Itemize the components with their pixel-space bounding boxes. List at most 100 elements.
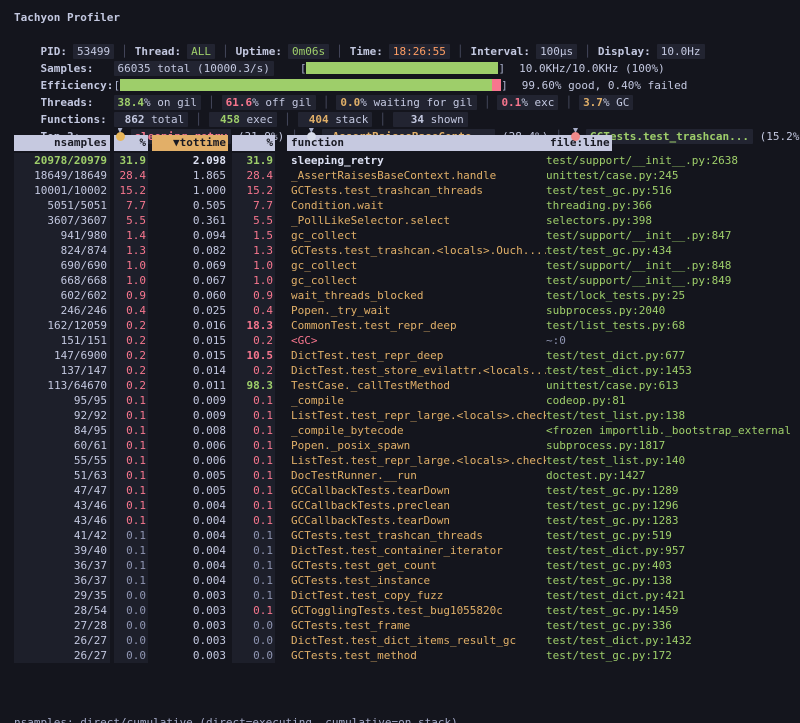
bronze-medal-icon	[571, 129, 580, 140]
tottime-cell: 0.008	[152, 423, 228, 438]
column-header-nsamples[interactable]: nsamples	[14, 135, 110, 151]
table-row: 28/540.00.0030.1GCTogglingTests.test_bug…	[14, 603, 792, 618]
nsamples-cell: 668/668	[14, 273, 110, 288]
function-cell: gc_collect	[287, 228, 546, 243]
direct-pct-cell: 0.1	[114, 408, 148, 423]
cumulative-pct-cell: 0.1	[232, 393, 275, 408]
function-cell: Condition.wait	[287, 198, 546, 213]
nsamples-cell: 3607/3607	[14, 213, 110, 228]
waiting-text: % waiting for gil	[360, 96, 473, 109]
function-cell: _compile	[287, 393, 546, 408]
separator: │	[577, 45, 598, 58]
footer-legend: nsamples: direct/cumulative (direct=exec…	[14, 714, 792, 723]
separator: │	[372, 113, 393, 126]
display-label: Display:	[598, 45, 651, 58]
direct-pct-cell: 0.9	[114, 288, 148, 303]
stack-value: 404	[302, 111, 329, 128]
cumulative-pct-cell: 0.1	[232, 573, 275, 588]
total-value: 862	[118, 111, 145, 128]
cumulative-pct-cell: 0.1	[232, 483, 275, 498]
direct-pct-cell: 1.4	[114, 228, 148, 243]
tottime-cell: 0.004	[152, 558, 228, 573]
file-line-cell: test/support/__init__.py:847	[546, 228, 792, 243]
function-cell: GCCallbackTests.tearDown	[287, 483, 546, 498]
threads-label: Threads:	[41, 94, 114, 111]
direct-pct-cell: 31.9	[114, 153, 148, 168]
function-cell: DictTest.test_dict_items_result_gc	[287, 633, 546, 648]
nsamples-cell: 27/28	[14, 618, 110, 633]
tottime-cell: 0.004	[152, 513, 228, 528]
profiler-terminal[interactable]: Tachyon Profiler PID:53499│Thread:ALL│Up…	[0, 0, 800, 723]
tottime-cell: 0.015	[152, 348, 228, 363]
direct-pct-cell: 0.2	[114, 318, 148, 333]
tottime-cell: 0.004	[152, 573, 228, 588]
tottime-cell: 0.094	[152, 228, 228, 243]
direct-pct-cell: 1.3	[114, 243, 148, 258]
file-line-cell: test/test_gc.py:1283	[546, 513, 792, 528]
cumulative-pct-cell: 0.0	[232, 648, 275, 663]
table-row: 3607/36075.50.3615.5_PollLikeSelector.se…	[14, 213, 792, 228]
uptime-label: Uptime:	[236, 45, 282, 58]
file-line-cell: test/test_dict.py:677	[546, 348, 792, 363]
nsamples-cell: 162/12059	[14, 318, 110, 333]
nsamples-cell: 47/47	[14, 483, 110, 498]
table-row: 5051/50517.70.5057.7Condition.waitthread…	[14, 198, 792, 213]
table-row: 60/610.10.0060.1Popen._posix_spawnsubpro…	[14, 438, 792, 453]
file-line-cell: codeop.py:81	[546, 393, 792, 408]
function-cell: GCTests.test_frame	[287, 618, 546, 633]
function-cell: _compile_bytecode	[287, 423, 546, 438]
samples-bar-open: [	[300, 62, 307, 75]
cumulative-pct-cell: 1.0	[232, 258, 275, 273]
direct-pct-cell: 0.4	[114, 303, 148, 318]
silver-medal-icon	[307, 129, 316, 140]
exc-text: % exc	[521, 96, 554, 109]
table-row: 27/280.00.0030.0GCTests.test_frametest/t…	[14, 618, 792, 633]
function-cell: _PollLikeSelector.select	[287, 213, 546, 228]
cumulative-pct-cell: 0.1	[232, 438, 275, 453]
tottime-cell: 0.005	[152, 483, 228, 498]
functions-shown: 34 shown	[393, 112, 468, 127]
exec-text: exec	[247, 113, 274, 126]
file-line-cell: test/support/__init__.py:848	[546, 258, 792, 273]
tottime-cell: 0.011	[152, 378, 228, 393]
file-line-cell: test/test_list.py:138	[546, 408, 792, 423]
time-label: Time:	[350, 45, 383, 58]
table-row: 113/646700.20.01198.3TestCase._callTestM…	[14, 378, 792, 393]
function-cell: gc_collect	[287, 273, 546, 288]
table-row: 41/420.10.0040.1GCTests.test_trashcan_th…	[14, 528, 792, 543]
file-line-cell: doctest.py:1427	[546, 468, 792, 483]
table-row: 55/550.10.0060.1ListTest.test_repr_large…	[14, 453, 792, 468]
on-gil-value: 38.4	[118, 96, 145, 109]
cumulative-pct-cell: 0.1	[232, 408, 275, 423]
nsamples-cell: 84/95	[14, 423, 110, 438]
direct-pct-cell: 1.0	[114, 273, 148, 288]
column-header-function[interactable]: function	[287, 135, 546, 151]
direct-pct-cell: 1.0	[114, 258, 148, 273]
separator: │	[277, 113, 298, 126]
file-line-cell: subprocess.py:1817	[546, 438, 792, 453]
column-header-tottime-sorted[interactable]: ▼tottime	[152, 135, 228, 151]
direct-pct-cell: 0.0	[114, 633, 148, 648]
nsamples-cell: 151/151	[14, 333, 110, 348]
function-cell: DictTest.test_store_evilattr.<locals...	[287, 363, 546, 378]
function-cell: GCTests.test_method	[287, 648, 546, 663]
file-line-cell: test/test_gc.py:1459	[546, 603, 792, 618]
file-line-cell: unittest/case.py:613	[546, 378, 792, 393]
cumulative-pct-cell: 0.1	[232, 603, 275, 618]
table-row: 26/270.00.0030.0DictTest.test_dict_items…	[14, 633, 792, 648]
threads-waiting: 0.0% waiting for gil	[336, 95, 476, 110]
tottime-cell: 2.098	[152, 153, 228, 168]
threads-off-gil: 61.6% off gil	[222, 95, 316, 110]
column-header-cumulative-pct[interactable]: %	[232, 135, 275, 151]
top3-pct: (15.2%)	[760, 130, 800, 143]
separator: │	[316, 96, 337, 109]
direct-pct-cell: 0.1	[114, 438, 148, 453]
file-line-cell: test/test_gc.py:336	[546, 618, 792, 633]
cumulative-pct-cell: 0.1	[232, 558, 275, 573]
function-cell: TestCase._callTestMethod	[287, 378, 546, 393]
interval-value: 100µs	[536, 44, 577, 59]
file-line-cell: unittest/case.py:245	[546, 168, 792, 183]
separator: │	[477, 96, 498, 109]
file-line-cell: subprocess.py:2040	[546, 303, 792, 318]
separator: │	[201, 96, 222, 109]
